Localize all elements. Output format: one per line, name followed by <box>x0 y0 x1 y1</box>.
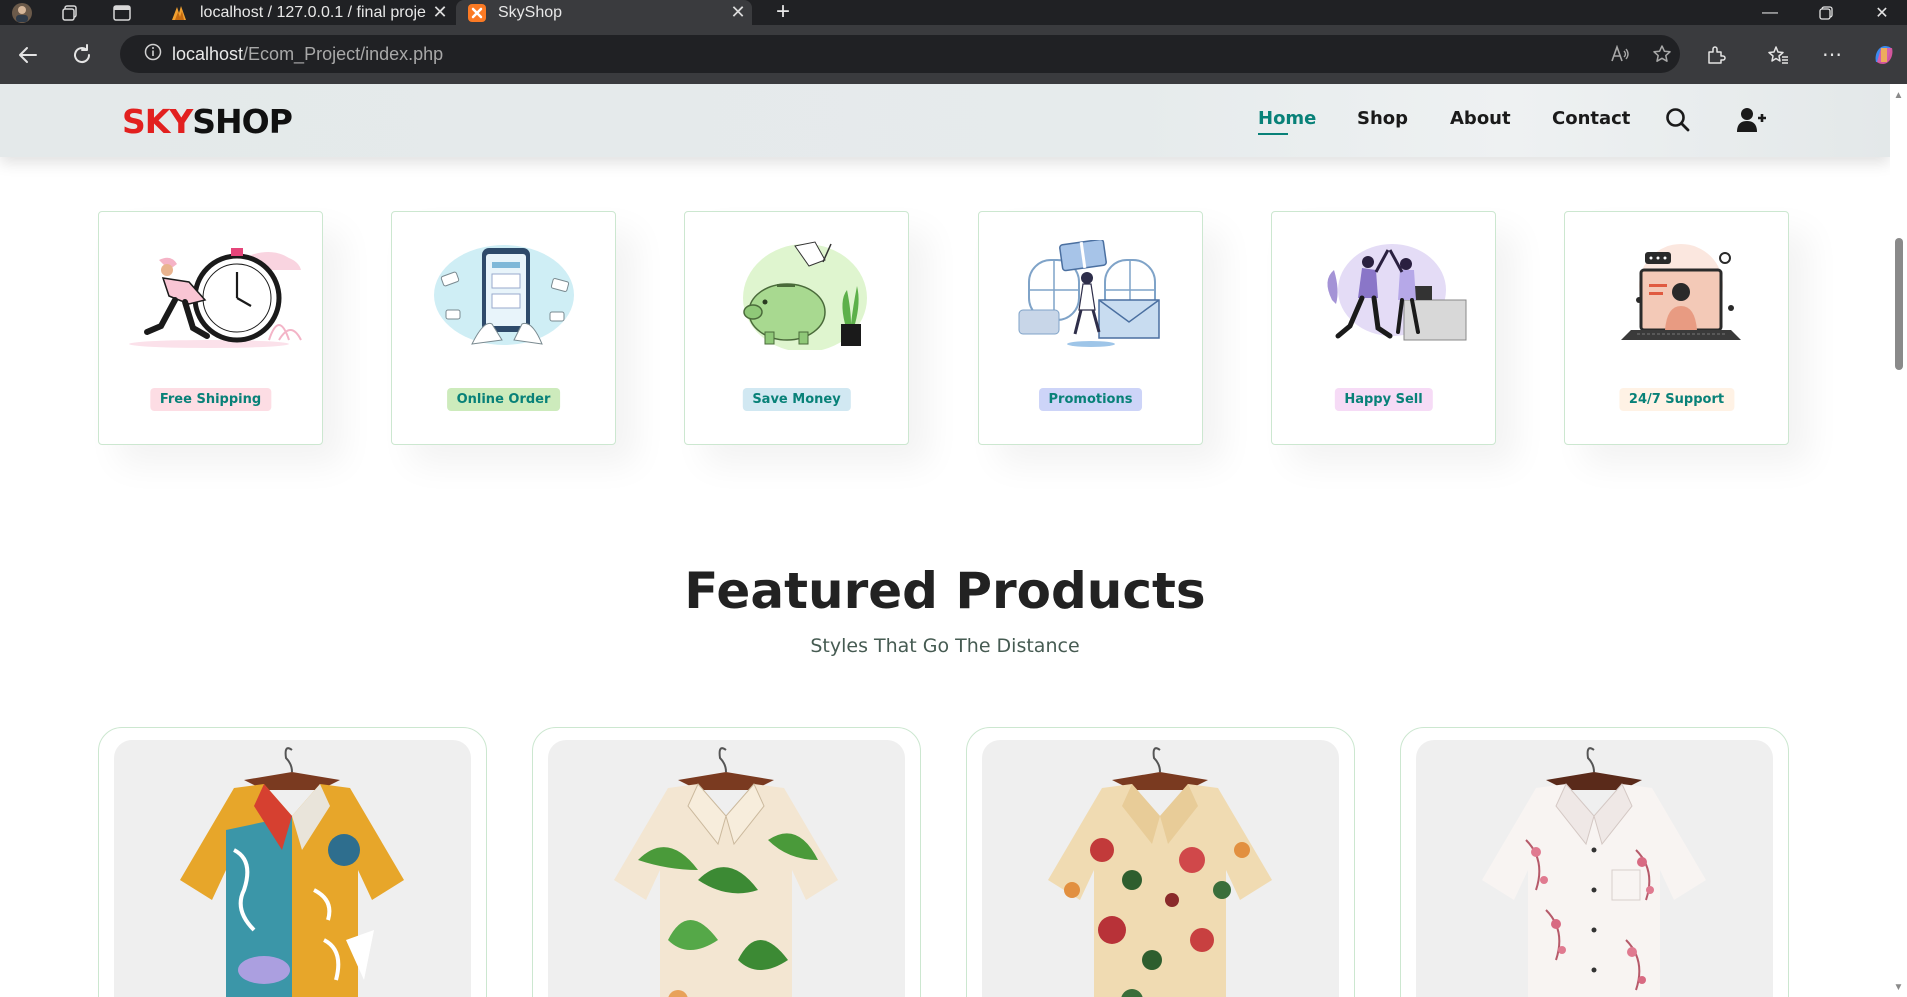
tab-title: SkyShop <box>498 3 563 21</box>
feature-label: Save Money <box>742 388 851 411</box>
phone-payment-illustration-icon <box>412 240 597 350</box>
feature-label: Free Shipping <box>149 388 272 411</box>
reload-icon[interactable] <box>64 37 100 73</box>
new-tab-button[interactable]: + <box>768 0 798 25</box>
feature-card-happy-sell[interactable]: Happy Sell <box>1271 211 1496 445</box>
extensions-icon[interactable] <box>1698 37 1734 73</box>
site-header: SKYSHOP Home Shop About Contact <box>0 84 1890 157</box>
profile-avatar[interactable] <box>4 0 40 25</box>
scrollbar-thumb[interactable] <box>1895 238 1903 370</box>
nav-home[interactable]: Home <box>1258 108 1316 129</box>
feature-card-promotions[interactable]: Promotions <box>978 211 1203 445</box>
favorites-icon[interactable] <box>1760 37 1796 73</box>
scroll-down-icon[interactable]: ▼ <box>1893 982 1904 993</box>
feature-label: Promotions <box>1038 388 1143 411</box>
url-input[interactable]: localhost/Ecom_Project/index.php <box>120 35 1680 73</box>
close-tab-icon[interactable]: ✕ <box>426 2 454 23</box>
delivery-clock-illustration-icon <box>119 240 304 350</box>
product-image-florals-shirt-icon[interactable] <box>982 740 1339 997</box>
tab-phpmyadmin[interactable]: localhost / 127.0.0.1 / final project ✕ <box>158 0 454 25</box>
product-image-leaves-shirt-icon[interactable] <box>548 740 905 997</box>
product-card[interactable] <box>98 727 487 997</box>
more-options-icon[interactable]: ⋯ <box>1814 37 1850 73</box>
tab-actions-icon[interactable] <box>104 0 140 25</box>
featured-products-subtitle: Styles That Go The Distance <box>810 635 1080 657</box>
workspaces-icon[interactable] <box>52 0 88 25</box>
url-host: localhost <box>172 43 244 64</box>
close-tab-icon[interactable]: ✕ <box>724 2 752 23</box>
product-card[interactable] <box>966 727 1355 997</box>
feature-label: 24/7 Support <box>1618 388 1735 411</box>
product-card[interactable] <box>1400 727 1789 997</box>
high-five-illustration-icon <box>1292 240 1477 350</box>
url-text: localhost/Ecom_Project/index.php <box>172 44 443 65</box>
product-image-pink-blossom-shirt-icon[interactable] <box>1416 740 1773 997</box>
product-card[interactable] <box>532 727 921 997</box>
nav-active-underline <box>1258 133 1288 135</box>
tab-skyshop[interactable]: SkyShop ✕ <box>456 0 752 25</box>
feature-card-online-order[interactable]: Online Order <box>391 211 616 445</box>
site-info-icon[interactable] <box>134 43 172 66</box>
logo-sky: SKY <box>122 102 193 141</box>
gift-mail-illustration-icon <box>999 238 1184 350</box>
featured-products-title: Featured Products <box>684 562 1206 620</box>
phpmyadmin-favicon-icon <box>170 4 188 22</box>
site-logo[interactable]: SKYSHOP <box>122 102 293 141</box>
tab-title: localhost / 127.0.0.1 / final project <box>200 3 426 21</box>
add-user-icon[interactable] <box>1736 106 1766 136</box>
close-window-icon[interactable]: ✕ <box>1854 0 1907 25</box>
read-aloud-icon[interactable] <box>1600 35 1640 73</box>
page-viewport: SKYSHOP Home Shop About Contact Free Shi… <box>0 84 1907 997</box>
nav-contact[interactable]: Contact <box>1552 108 1630 129</box>
feature-card-save-money[interactable]: Save Money <box>684 211 909 445</box>
piggy-bank-illustration-icon <box>705 240 890 352</box>
restore-icon[interactable] <box>1798 0 1854 25</box>
feature-label: Happy Sell <box>1334 388 1433 411</box>
url-path: /Ecom_Project/index.php <box>243 43 444 64</box>
laptop-support-illustration-icon <box>1585 240 1770 350</box>
copilot-icon[interactable] <box>1866 37 1902 73</box>
feature-label: Online Order <box>446 388 561 411</box>
nav-shop[interactable]: Shop <box>1357 108 1408 129</box>
product-image-abstract-shirt-icon[interactable] <box>114 740 471 997</box>
browser-tab-bar: localhost / 127.0.0.1 / final project ✕ … <box>0 0 1907 25</box>
minimize-icon[interactable]: — <box>1742 0 1798 25</box>
page-scrollbar[interactable]: ▲ ▼ <box>1890 84 1907 997</box>
favorite-star-icon[interactable] <box>1642 35 1682 73</box>
search-icon[interactable] <box>1664 106 1694 136</box>
scroll-up-icon[interactable]: ▲ <box>1893 90 1904 101</box>
feature-card-free-shipping[interactable]: Free Shipping <box>98 211 323 445</box>
feature-card-support[interactable]: 24/7 Support <box>1564 211 1789 445</box>
logo-shop: SHOP <box>192 102 293 141</box>
xampp-favicon-icon <box>468 3 486 22</box>
browser-address-bar: localhost/Ecom_Project/index.php ⋯ <box>0 25 1907 84</box>
back-icon[interactable] <box>10 37 46 73</box>
nav-about[interactable]: About <box>1450 108 1511 129</box>
